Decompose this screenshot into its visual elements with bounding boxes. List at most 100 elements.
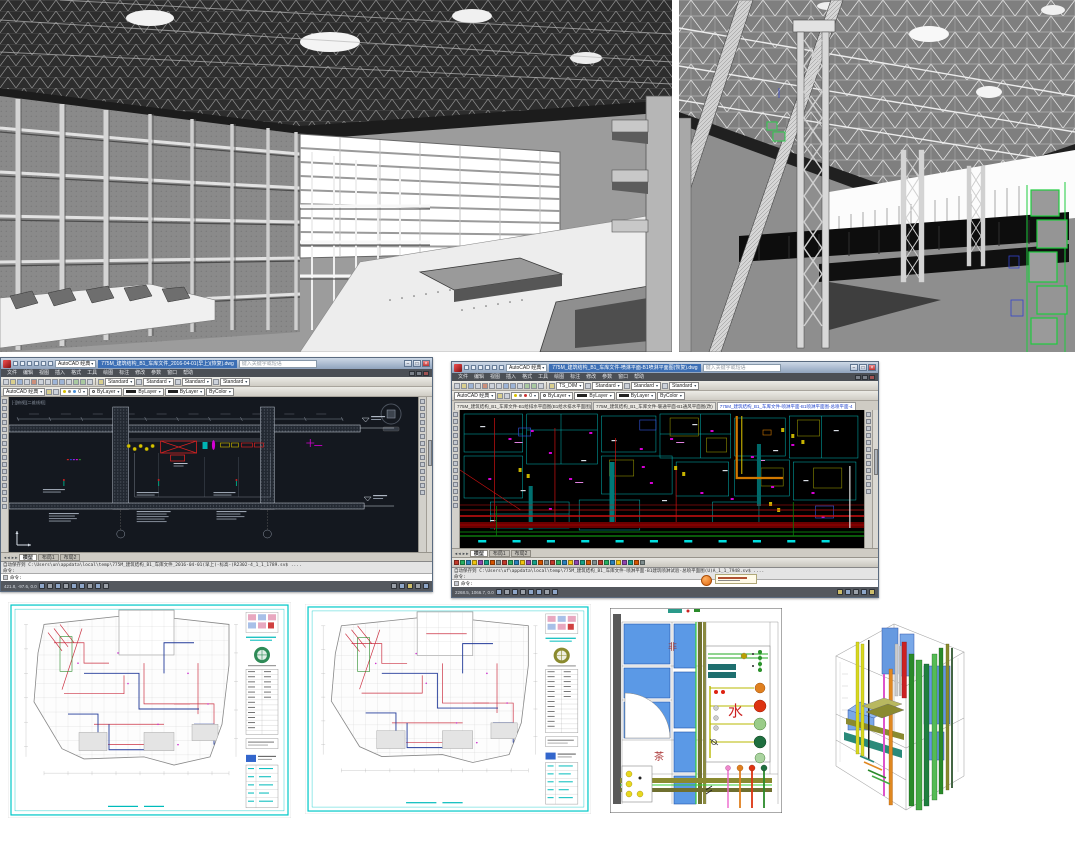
plugin-icon[interactable]: [598, 560, 603, 565]
annotation-scale-button[interactable]: [845, 589, 851, 595]
plotstyle-combo[interactable]: ByColor▾: [657, 392, 685, 400]
menu-item[interactable]: 参数: [148, 369, 164, 377]
menu-item[interactable]: 编辑: [471, 373, 487, 381]
redo-icon[interactable]: [59, 379, 65, 385]
lineweight-combo[interactable]: ByLayer▾: [165, 388, 205, 396]
menu-item[interactable]: 标注: [567, 373, 583, 381]
text-style-combo[interactable]: Standard▾: [105, 378, 135, 386]
workspace-combo[interactable]: AutoCAD 经典▾: [454, 392, 496, 400]
menu-item[interactable]: 文件: [4, 369, 20, 377]
plugin-icon[interactable]: [502, 560, 507, 565]
open-icon[interactable]: [10, 379, 16, 385]
tab-nav-right-icon[interactable]: ►►: [11, 555, 18, 560]
workspace-switch-button[interactable]: [853, 589, 859, 595]
menu-item[interactable]: 窗口: [164, 369, 180, 377]
workspace-select[interactable]: AutoCAD 经典▾: [55, 360, 96, 368]
plugin-icon[interactable]: [562, 560, 567, 565]
autocad-logo-icon[interactable]: [454, 364, 462, 372]
minimize-button[interactable]: −: [404, 360, 412, 367]
modify-toolbar[interactable]: [864, 410, 872, 548]
dim-style-combo[interactable]: Standard▾: [143, 378, 173, 386]
mdi-minimize-icon[interactable]: [409, 371, 415, 376]
plugin-icon[interactable]: [580, 560, 585, 565]
pan-icon[interactable]: [66, 379, 72, 385]
scrollbar-thumb[interactable]: [428, 440, 432, 466]
menu-item[interactable]: 绘图: [551, 373, 567, 381]
menu-item[interactable]: 窗口: [615, 373, 631, 381]
plugin-icon[interactable]: [496, 560, 501, 565]
color-combo[interactable]: ByLayer▾: [540, 392, 573, 400]
osnap-toggle[interactable]: [528, 589, 534, 595]
paste-icon[interactable]: [45, 379, 51, 385]
menu-item[interactable]: 编辑: [20, 369, 36, 377]
search-input[interactable]: 键入关键字或短语: [239, 360, 317, 368]
mdi-close-icon[interactable]: [423, 371, 429, 376]
plugin-icon[interactable]: [466, 560, 471, 565]
menu-item[interactable]: 修改: [132, 369, 148, 377]
grid-toggle[interactable]: [504, 589, 510, 595]
plugin-icon[interactable]: [622, 560, 627, 565]
menu-item[interactable]: 工具: [84, 369, 100, 377]
plugin-icon[interactable]: [628, 560, 633, 565]
plugin-icon[interactable]: [592, 560, 597, 565]
save-icon[interactable]: [17, 379, 23, 385]
dyn-ucs-toggle[interactable]: [87, 583, 93, 589]
tab-nav-right-icon[interactable]: ►►: [462, 551, 469, 556]
menu-item[interactable]: 参数: [599, 373, 615, 381]
plugin-icon[interactable]: [610, 560, 615, 565]
menu-item[interactable]: 插入: [503, 373, 519, 381]
layer-states-icon[interactable]: [504, 393, 510, 399]
plugin-icon[interactable]: [550, 560, 555, 565]
tab-layout1[interactable]: 布局1: [38, 554, 59, 561]
mdi-restore-icon[interactable]: [416, 371, 422, 376]
command-icon[interactable]: [3, 575, 8, 580]
plugin-icon[interactable]: [514, 560, 519, 565]
file-tab-active[interactable]: 775M_建筑结构_B1_车库文件-喷淋平面-B1喷淋平面图-总喷平面-4: [717, 402, 856, 410]
tab-nav-left-icon[interactable]: ◄◄: [3, 555, 10, 560]
zoom-realtime-icon[interactable]: [524, 383, 530, 389]
undo-icon[interactable]: [492, 365, 497, 370]
plot-icon[interactable]: [24, 379, 30, 385]
model-space-button[interactable]: [837, 589, 843, 595]
plugin-icon[interactable]: [604, 560, 609, 565]
text-style-combo[interactable]: TS_DIM▾: [556, 382, 584, 390]
menu-item[interactable]: 格式: [68, 369, 84, 377]
new-icon[interactable]: [464, 365, 469, 370]
lock-button[interactable]: [861, 589, 867, 595]
plugin-icon[interactable]: [640, 560, 645, 565]
tab-layout2[interactable]: 布局2: [511, 550, 532, 557]
color-combo[interactable]: ByLayer▾: [89, 388, 122, 396]
zoom-window-icon[interactable]: [531, 383, 537, 389]
tab-nav-left-icon[interactable]: ◄◄: [454, 551, 461, 556]
open-icon[interactable]: [461, 383, 467, 389]
plugin-icon[interactable]: [526, 560, 531, 565]
osnap-toggle[interactable]: [71, 583, 77, 589]
dyn-input-toggle[interactable]: [552, 589, 558, 595]
pan-icon[interactable]: [517, 383, 523, 389]
snap-toggle[interactable]: [496, 589, 502, 595]
save-icon[interactable]: [27, 361, 32, 366]
vertical-scrollbar[interactable]: [872, 410, 878, 548]
plugin-icon[interactable]: [556, 560, 561, 565]
polar-toggle[interactable]: [63, 583, 69, 589]
annotation-scale-button[interactable]: [399, 583, 405, 589]
workspace-combo[interactable]: AutoCAD 经典▾: [3, 388, 45, 396]
mdi-restore-icon[interactable]: [862, 375, 868, 380]
plugin-icon[interactable]: [532, 560, 537, 565]
properties-icon[interactable]: [87, 379, 93, 385]
undo-icon[interactable]: [52, 379, 58, 385]
modify-toolbar[interactable]: [418, 397, 426, 552]
model-space-mep-drawing[interactable]: [460, 410, 864, 548]
redo-icon[interactable]: [48, 361, 53, 366]
zoom-window-icon[interactable]: [80, 379, 86, 385]
tab-model[interactable]: 模型: [19, 554, 37, 561]
plugin-icon[interactable]: [460, 560, 465, 565]
menu-item[interactable]: 视图: [487, 373, 503, 381]
paste-icon[interactable]: [496, 383, 502, 389]
menu-item[interactable]: 修改: [583, 373, 599, 381]
autocad-logo-icon[interactable]: [3, 360, 11, 368]
command-input[interactable]: 命令:: [1, 573, 432, 581]
menu-item[interactable]: 文件: [455, 373, 471, 381]
save-icon[interactable]: [468, 383, 474, 389]
command-input[interactable]: 命令:: [452, 579, 878, 587]
